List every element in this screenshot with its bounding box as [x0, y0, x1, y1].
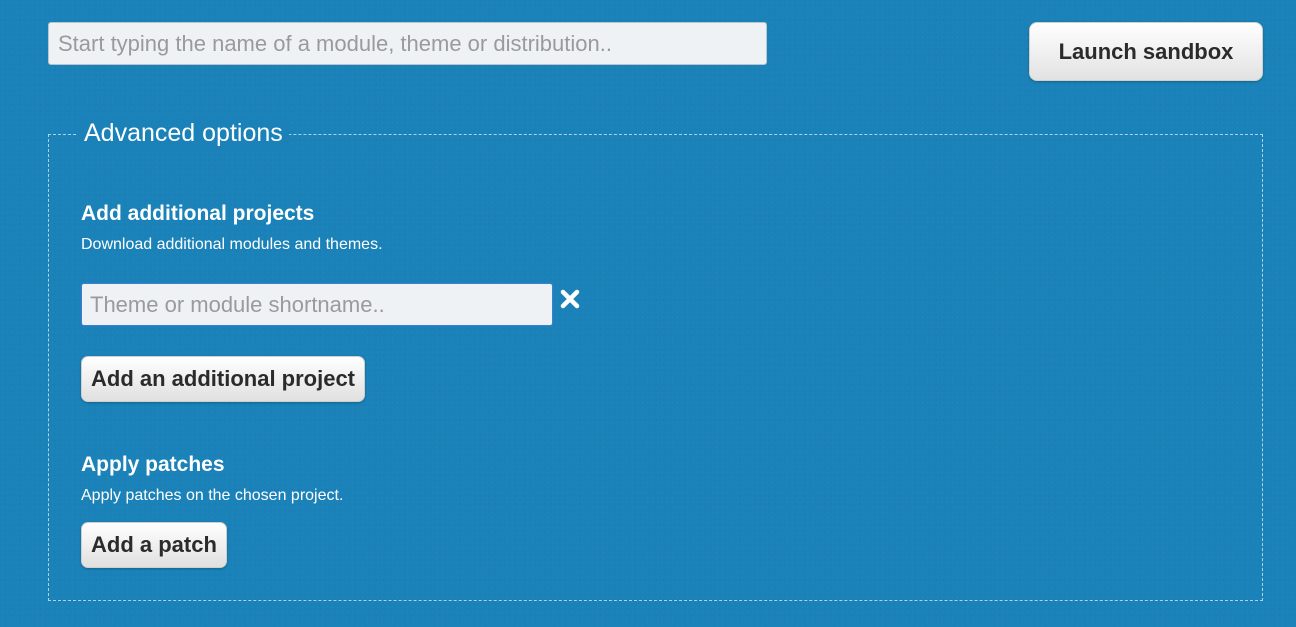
project-search-input[interactable]: [48, 22, 767, 65]
launch-sandbox-button[interactable]: Launch sandbox: [1029, 22, 1263, 81]
additional-projects-title: Add additional projects: [81, 202, 315, 225]
project-shortname-input[interactable]: [81, 283, 553, 326]
apply-patches-title: Apply patches: [81, 453, 225, 476]
apply-patches-description: Apply patches on the chosen project.: [81, 487, 344, 504]
close-x-icon[interactable]: [559, 287, 581, 311]
add-additional-project-button[interactable]: Add an additional project: [81, 356, 366, 402]
advanced-options-legend[interactable]: Advanced options: [78, 117, 289, 149]
add-patch-button[interactable]: Add a patch: [81, 522, 227, 568]
additional-projects-description: Download additional modules and themes.: [81, 236, 383, 253]
